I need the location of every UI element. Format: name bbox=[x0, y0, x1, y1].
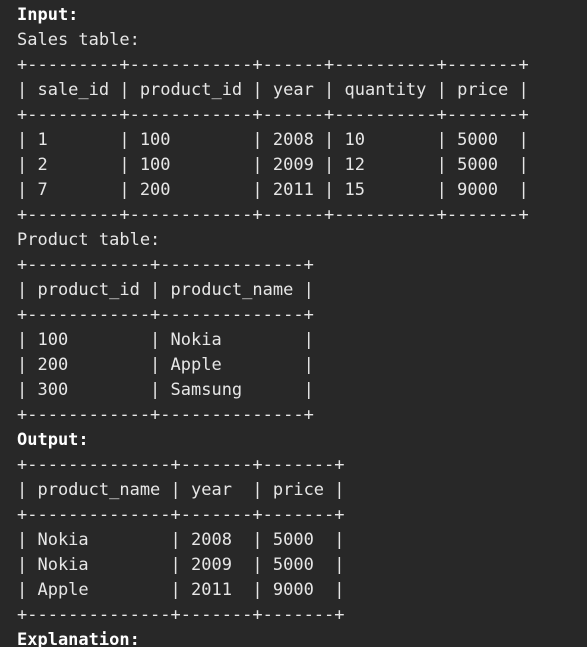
product-table-title: Product table: bbox=[17, 230, 161, 250]
table-border: +---------+------------+------+---------… bbox=[17, 205, 529, 225]
table-border: +---------+------------+------+---------… bbox=[17, 55, 529, 75]
table-border: +--------------+-------+-------+ bbox=[17, 605, 345, 625]
table-row: | 7 | 200 | 2011 | 15 | 9000 | bbox=[17, 180, 529, 200]
table-border: +------------+--------------+ bbox=[17, 255, 314, 275]
table-header: | product_name | year | price | bbox=[17, 480, 345, 500]
table-row: | 300 | Samsung | bbox=[17, 380, 314, 400]
table-border: +------------+--------------+ bbox=[17, 305, 314, 325]
explanation-heading: Explanation: bbox=[17, 630, 140, 647]
table-border: +------------+--------------+ bbox=[17, 405, 314, 425]
table-row: | Nokia | 2009 | 5000 | bbox=[17, 555, 345, 575]
table-border: +---------+------------+------+---------… bbox=[17, 105, 529, 125]
table-row: | Apple | 2011 | 9000 | bbox=[17, 580, 345, 600]
table-header: | product_id | product_name | bbox=[17, 280, 314, 300]
table-row: | 100 | Nokia | bbox=[17, 330, 314, 350]
table-border: +--------------+-------+-------+ bbox=[17, 455, 345, 475]
table-border: +--------------+-------+-------+ bbox=[17, 505, 345, 525]
table-row: | 2 | 100 | 2009 | 12 | 5000 | bbox=[17, 155, 529, 175]
sales-table-title: Sales table: bbox=[17, 30, 140, 50]
table-row: | 200 | Apple | bbox=[17, 355, 314, 375]
table-header: | sale_id | product_id | year | quantity… bbox=[17, 80, 529, 100]
table-row: | Nokia | 2008 | 5000 | bbox=[17, 530, 345, 550]
table-row: | 1 | 100 | 2008 | 10 | 5000 | bbox=[17, 130, 529, 150]
input-heading: Input: bbox=[17, 5, 79, 25]
output-heading: Output: bbox=[17, 430, 89, 450]
